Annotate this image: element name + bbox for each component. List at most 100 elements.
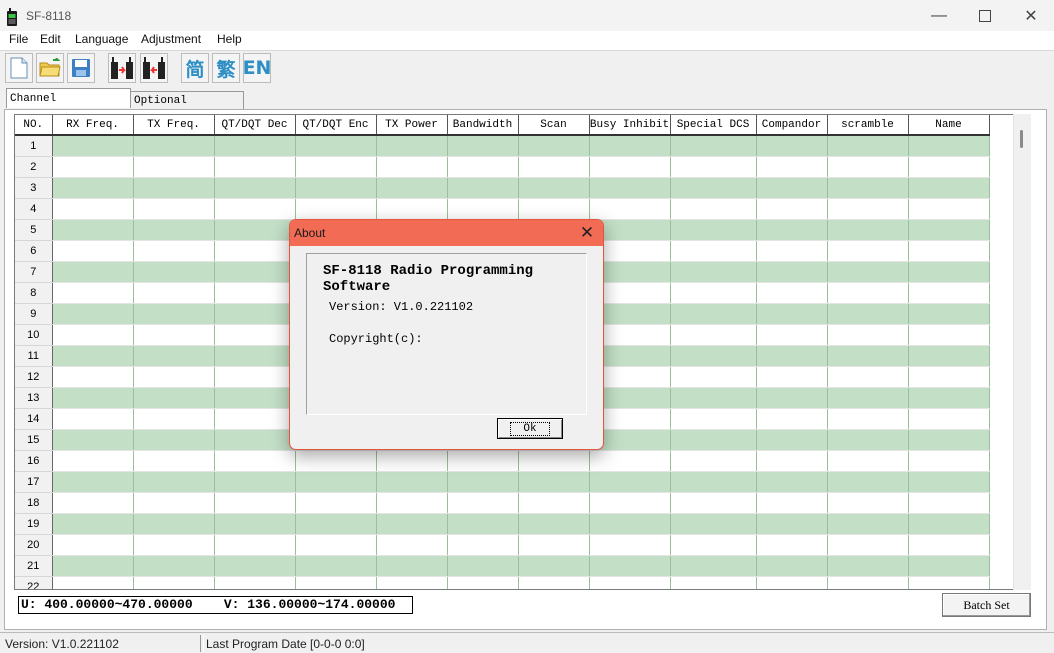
table-cell[interactable] <box>589 555 671 577</box>
column-header[interactable]: scramble <box>827 115 909 136</box>
table-cell[interactable] <box>518 177 590 199</box>
table-cell[interactable] <box>447 198 519 220</box>
table-cell[interactable] <box>756 534 828 556</box>
table-cell[interactable] <box>518 450 590 472</box>
english-button[interactable]: EN <box>243 53 271 83</box>
table-cell[interactable] <box>295 450 377 472</box>
table-cell[interactable] <box>670 177 757 199</box>
table-cell[interactable] <box>589 513 671 535</box>
table-cell[interactable] <box>756 240 828 262</box>
close-icon[interactable]: ✕ <box>577 222 597 244</box>
row-number[interactable]: 13 <box>15 387 53 409</box>
table-cell[interactable] <box>133 408 215 430</box>
table-cell[interactable] <box>589 156 671 178</box>
table-cell[interactable] <box>670 534 757 556</box>
table-cell[interactable] <box>670 555 757 577</box>
row-number[interactable]: 3 <box>15 177 53 199</box>
row-number[interactable]: 5 <box>15 219 53 241</box>
table-cell[interactable] <box>295 177 377 199</box>
traditional-chinese-button[interactable]: 繁 <box>212 53 240 83</box>
table-cell[interactable] <box>908 324 990 346</box>
table-cell[interactable] <box>756 387 828 409</box>
table-cell[interactable] <box>214 429 296 451</box>
column-header[interactable]: Special DCS <box>670 115 757 136</box>
table-cell[interactable] <box>376 156 448 178</box>
table-cell[interactable] <box>827 324 909 346</box>
table-cell[interactable] <box>670 408 757 430</box>
table-cell[interactable] <box>827 366 909 388</box>
table-cell[interactable] <box>52 345 134 367</box>
table-cell[interactable] <box>908 135 990 157</box>
table-row[interactable]: 22 <box>15 576 990 589</box>
table-cell[interactable] <box>670 219 757 241</box>
table-cell[interactable] <box>214 534 296 556</box>
table-cell[interactable] <box>52 219 134 241</box>
table-cell[interactable] <box>133 576 215 589</box>
table-cell[interactable] <box>827 156 909 178</box>
table-cell[interactable] <box>827 177 909 199</box>
table-cell[interactable] <box>52 387 134 409</box>
table-cell[interactable] <box>52 177 134 199</box>
table-cell[interactable] <box>670 240 757 262</box>
column-header[interactable]: Name <box>908 115 990 136</box>
table-cell[interactable] <box>133 345 215 367</box>
table-cell[interactable] <box>376 135 448 157</box>
table-cell[interactable] <box>908 555 990 577</box>
column-header[interactable]: NO. <box>15 115 53 136</box>
row-number[interactable]: 15 <box>15 429 53 451</box>
table-cell[interactable] <box>589 492 671 514</box>
table-cell[interactable] <box>908 492 990 514</box>
row-number[interactable]: 4 <box>15 198 53 220</box>
table-cell[interactable] <box>133 156 215 178</box>
table-cell[interactable] <box>827 198 909 220</box>
table-cell[interactable] <box>756 177 828 199</box>
column-header[interactable]: Busy Inhibit <box>589 115 671 136</box>
table-cell[interactable] <box>52 555 134 577</box>
maximize-button[interactable] <box>962 0 1008 32</box>
table-cell[interactable] <box>295 534 377 556</box>
table-cell[interactable] <box>376 534 448 556</box>
table-cell[interactable] <box>447 471 519 493</box>
table-cell[interactable] <box>827 408 909 430</box>
table-cell[interactable] <box>214 450 296 472</box>
table-cell[interactable] <box>447 513 519 535</box>
table-cell[interactable] <box>52 240 134 262</box>
table-cell[interactable] <box>214 324 296 346</box>
table-cell[interactable] <box>214 555 296 577</box>
table-cell[interactable] <box>670 261 757 283</box>
table-cell[interactable] <box>908 282 990 304</box>
table-cell[interactable] <box>827 450 909 472</box>
table-cell[interactable] <box>295 156 377 178</box>
column-header[interactable]: Bandwidth <box>447 115 519 136</box>
table-cell[interactable] <box>133 513 215 535</box>
table-cell[interactable] <box>908 408 990 430</box>
table-cell[interactable] <box>827 387 909 409</box>
write-radio-button[interactable] <box>140 53 168 83</box>
table-cell[interactable] <box>827 135 909 157</box>
column-header[interactable]: Scan <box>518 115 590 136</box>
table-row[interactable]: 18 <box>15 492 990 514</box>
read-radio-button[interactable] <box>108 53 136 83</box>
table-cell[interactable] <box>133 450 215 472</box>
table-cell[interactable] <box>827 513 909 535</box>
table-cell[interactable] <box>447 534 519 556</box>
batch-set-button[interactable]: Batch Set <box>942 593 1031 617</box>
table-cell[interactable] <box>52 366 134 388</box>
table-cell[interactable] <box>670 471 757 493</box>
table-cell[interactable] <box>908 156 990 178</box>
table-cell[interactable] <box>756 261 828 283</box>
table-cell[interactable] <box>447 156 519 178</box>
tab-optional-features[interactable]: Optional Features <box>131 91 244 125</box>
table-cell[interactable] <box>756 513 828 535</box>
table-cell[interactable] <box>670 450 757 472</box>
table-cell[interactable] <box>756 492 828 514</box>
ok-button[interactable]: Ok <box>497 418 563 439</box>
table-cell[interactable] <box>589 177 671 199</box>
table-cell[interactable] <box>670 492 757 514</box>
table-cell[interactable] <box>589 198 671 220</box>
table-cell[interactable] <box>376 555 448 577</box>
table-cell[interactable] <box>133 177 215 199</box>
row-number[interactable]: 22 <box>15 576 53 589</box>
table-cell[interactable] <box>756 576 828 589</box>
table-row[interactable]: 21 <box>15 555 990 577</box>
